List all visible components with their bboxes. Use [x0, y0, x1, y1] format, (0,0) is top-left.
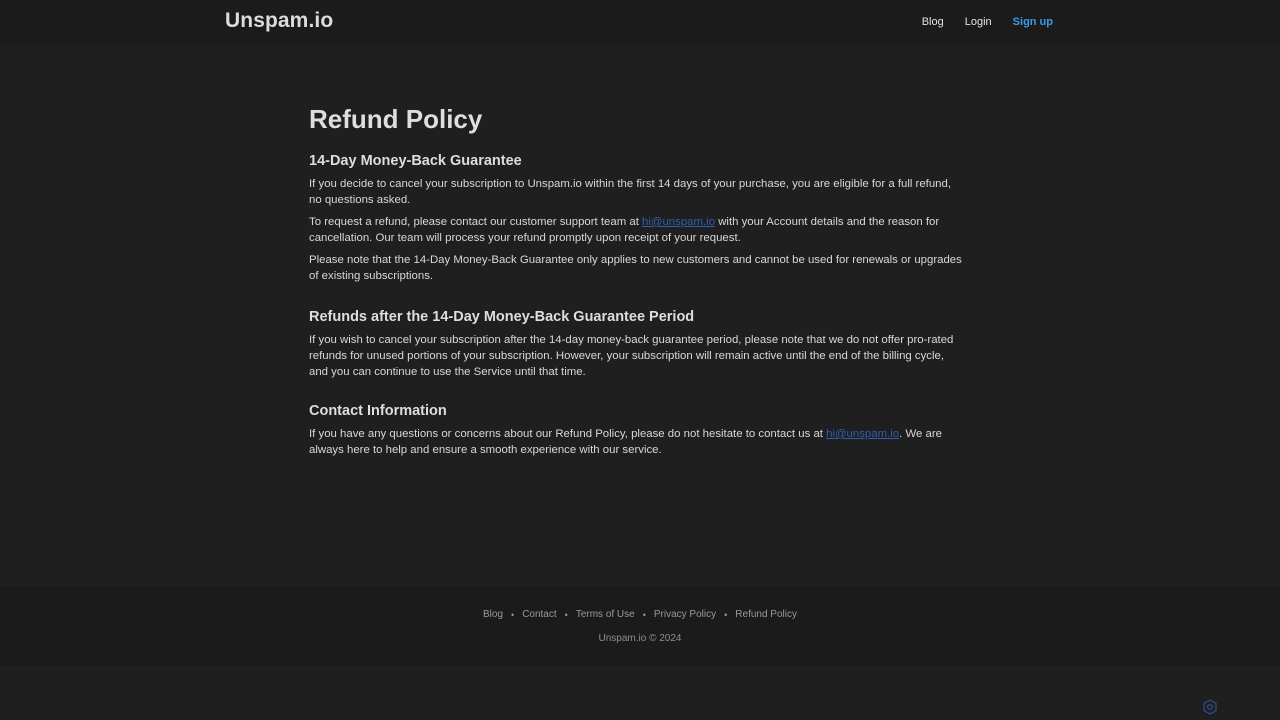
footer-link-refund[interactable]: Refund Policy [735, 609, 797, 620]
top-navbar: Unspam.io Blog Login Sign up [0, 0, 1280, 44]
section-heading: Contact Information [309, 403, 447, 419]
section-paragraph: If you wish to cancel your subscription … [309, 334, 954, 378]
section-heading: 14-Day Money-Back Guarantee [309, 153, 522, 169]
gear-widget-icon[interactable] [1202, 699, 1218, 715]
footer-separator: • [724, 609, 728, 620]
page-title: Refund Policy [309, 104, 483, 134]
footer-separator: • [511, 609, 515, 620]
footer-separator: • [564, 609, 568, 620]
site-logo[interactable]: Unspam.io [225, 9, 333, 33]
paragraph-text: To request a refund, please contact our … [309, 216, 643, 228]
refunds-after-period-section: Refunds after the 14-Day Money-Back Guar… [309, 309, 964, 380]
footer-link-contact[interactable]: Contact [522, 609, 556, 620]
footer-link-privacy[interactable]: Privacy Policy [654, 609, 716, 620]
paragraph-text: If you have any questions or concerns ab… [309, 428, 827, 440]
money-back-section: 14-Day Money-Back Guarantee If you decid… [309, 153, 964, 284]
copyright-text: Unspam.io © 2024 [598, 633, 682, 644]
support-email-link[interactable]: hi@unspam.io [642, 216, 715, 228]
contact-email-link[interactable]: hi@unspam.io [826, 428, 899, 440]
footer-link-blog[interactable]: Blog [483, 609, 503, 620]
footer-separator: • [642, 609, 646, 620]
nav-signup-link[interactable]: Sign up [1013, 16, 1053, 28]
footer-links: Blog • Contact • Terms of Use • Privacy … [0, 609, 1280, 620]
section-paragraph: If you decide to cancel your subscriptio… [309, 178, 952, 206]
contact-information-section: Contact Information If you have any ques… [309, 403, 964, 458]
section-paragraph: If you have any questions or concerns ab… [309, 426, 964, 458]
section-heading: Refunds after the 14-Day Money-Back Guar… [309, 309, 695, 325]
section-paragraph: Please note that the 14-Day Money-Back G… [309, 254, 962, 282]
nav-login-link[interactable]: Login [965, 16, 992, 28]
policy-content: Refund Policy 14-Day Money-Back Guarante… [309, 104, 964, 481]
section-paragraph: To request a refund, please contact our … [309, 214, 964, 246]
site-footer: Blog • Contact • Terms of Use • Privacy … [0, 586, 1280, 666]
main-nav: Blog Login Sign up [901, 16, 1053, 28]
footer-link-terms[interactable]: Terms of Use [576, 609, 635, 620]
nav-blog-link[interactable]: Blog [922, 16, 944, 28]
